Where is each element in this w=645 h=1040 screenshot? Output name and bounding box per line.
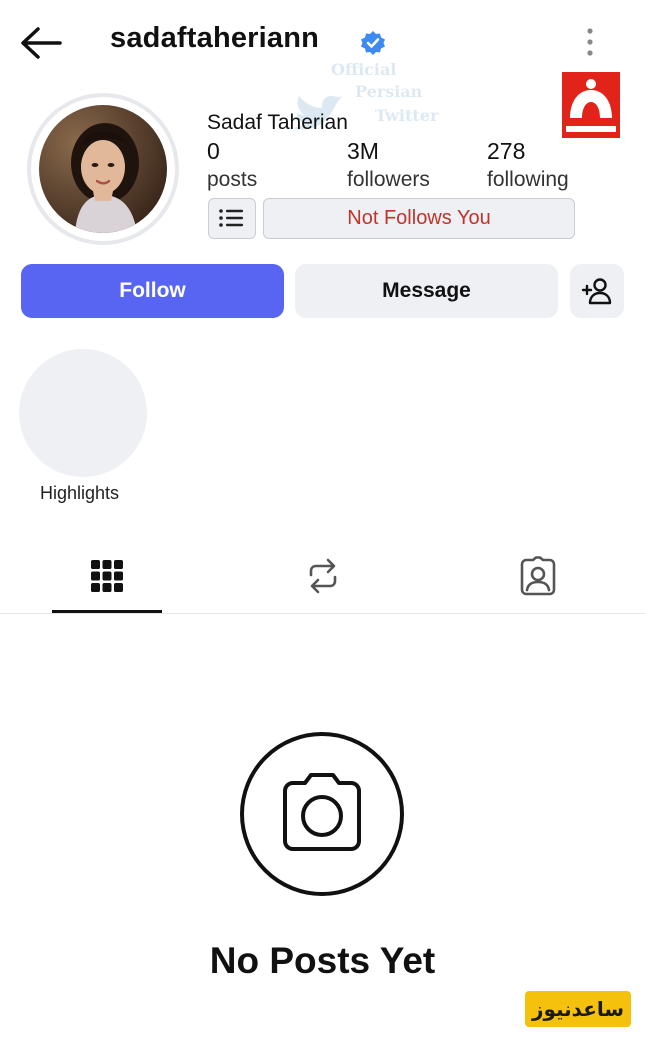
tagged-icon (520, 556, 556, 596)
arrow-left-icon (21, 27, 62, 59)
list-icon (219, 209, 243, 227)
watermark-line-3: Twitter (375, 106, 439, 125)
tab-tagged[interactable] (483, 540, 593, 612)
more-vertical-icon (587, 28, 593, 56)
tabs-divider (0, 613, 645, 614)
watermark-line-1: Official (331, 60, 397, 79)
add-user-button[interactable] (570, 264, 624, 318)
grid-icon (91, 560, 123, 592)
repost-icon (309, 558, 337, 594)
highlight-label: Highlights (40, 483, 120, 503)
highlight-circle[interactable] (19, 349, 147, 477)
verified-badge-icon (360, 30, 386, 56)
following-label[interactable]: following (487, 168, 569, 192)
following-count[interactable]: 278 (487, 138, 525, 165)
tab-reposts[interactable] (268, 540, 378, 612)
back-button[interactable] (18, 24, 64, 62)
avatar[interactable] (39, 105, 167, 233)
posts-label[interactable]: posts (207, 168, 257, 192)
tab-posts-grid[interactable] (52, 540, 162, 612)
empty-state-icon (239, 731, 405, 897)
follow-status-button[interactable]: Not Follows You (263, 198, 575, 239)
camera-icon (240, 732, 404, 896)
display-name: Sadaf Taherian (207, 111, 348, 134)
posts-count[interactable]: 0 (207, 138, 220, 165)
followers-label[interactable]: followers (347, 168, 430, 192)
empty-state-title: No Posts Yet (209, 940, 436, 981)
site-logo-badge: ساعدنیوز (525, 991, 631, 1027)
more-options-button[interactable] (576, 26, 604, 62)
follow-button[interactable]: Follow (21, 264, 284, 318)
watermark-line-2: Persian (355, 82, 423, 101)
message-button[interactable]: Message (295, 264, 558, 318)
news-logo (562, 72, 620, 138)
followers-count[interactable]: 3M (347, 138, 379, 165)
list-button[interactable] (208, 198, 256, 239)
profile-username: sadaftaheriann (110, 22, 320, 54)
add-user-icon (581, 278, 612, 305)
